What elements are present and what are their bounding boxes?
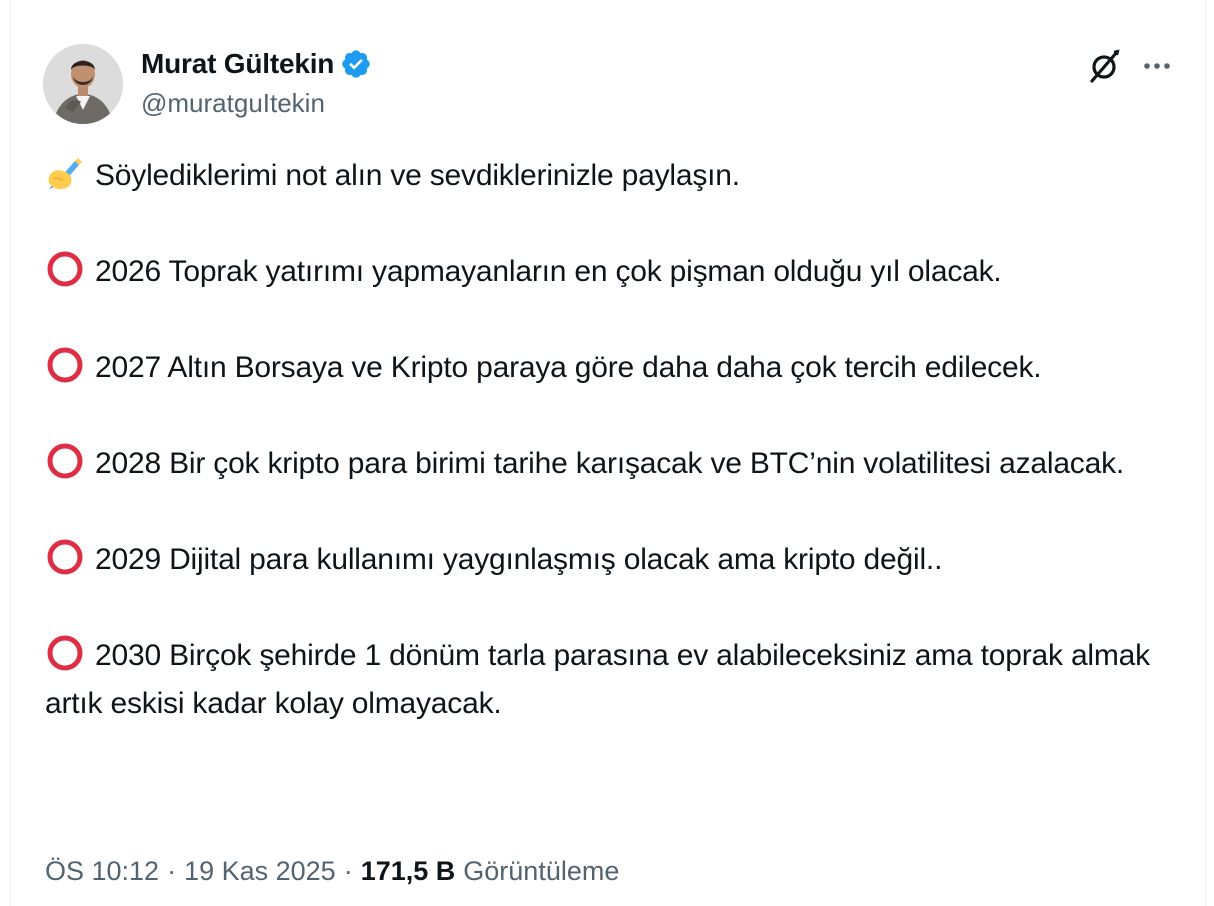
avatar-image bbox=[43, 44, 123, 124]
tweet-meta: ÖS 10:12 · 19 Kas 2025 · 171,5 B Görüntülem… bbox=[45, 856, 619, 887]
tweet-item-2030: 2030 Birçok şehirde 1 dönüm tarla parası… bbox=[45, 632, 1185, 728]
hollow-red-circle-icon bbox=[47, 635, 83, 671]
tweet-item-2028: 2028 Bir çok kripto para birimi tarihe k… bbox=[45, 440, 1185, 488]
avatar[interactable] bbox=[43, 44, 123, 124]
views-link[interactable]: 171,5 B Görüntüleme bbox=[361, 856, 620, 887]
tweet-text: Söylediklerimi not alın ve sevdikleriniz… bbox=[45, 152, 1185, 728]
views-label: Görüntüleme bbox=[463, 856, 620, 886]
tweet-item-text: 2029 Dijital para kullanımı yaygınlaşmış… bbox=[95, 543, 943, 576]
more-options-button[interactable] bbox=[1137, 46, 1177, 86]
tweet-card: Murat Gültekin @muratguItekin Söyledikle… bbox=[10, 0, 1206, 906]
tweet-item-text: 2027 Altın Borsaya ve Kripto paraya göre… bbox=[95, 351, 1042, 384]
tweet-item-2026: 2026 Toprak yatırımı yapmayanların en ço… bbox=[45, 248, 1185, 296]
tweet-intro: Söylediklerimi not alın ve sevdikleriniz… bbox=[45, 152, 1185, 200]
writing-hand-emoji-icon bbox=[48, 158, 82, 190]
tweet-time: ÖS 10:12 bbox=[45, 856, 160, 886]
hollow-red-circle-icon bbox=[47, 539, 83, 575]
verified-badge-icon bbox=[342, 50, 370, 78]
author-name-row[interactable]: Murat Gültekin bbox=[141, 46, 372, 82]
tweet-item-text: 2028 Bir çok kripto para birimi tarihe k… bbox=[95, 447, 1125, 480]
hollow-red-circle-icon bbox=[47, 443, 83, 479]
views-count: 171,5 B bbox=[360, 856, 456, 886]
hollow-red-circle-icon bbox=[47, 347, 83, 383]
tweet-item-2029: 2029 Dijital para kullanımı yaygınlaşmış… bbox=[45, 536, 1185, 584]
tweet-item-2027: 2027 Altın Borsaya ve Kripto paraya göre… bbox=[45, 344, 1185, 392]
tweet-item-text: 2030 Birçok şehirde 1 dönüm tarla parası… bbox=[45, 639, 1150, 720]
tweet-date: 19 Kas 2025 bbox=[184, 856, 336, 886]
grok-icon bbox=[1090, 49, 1120, 83]
author-handle[interactable]: @muratguItekin bbox=[141, 88, 325, 119]
meta-separator: · bbox=[343, 856, 353, 886]
hollow-red-circle-icon bbox=[47, 251, 83, 287]
author-display-name[interactable]: Murat Gültekin bbox=[141, 48, 334, 80]
grok-button[interactable] bbox=[1085, 46, 1125, 86]
tweet-time-link[interactable]: ÖS 10:12 · 19 Kas 2025 bbox=[45, 856, 336, 887]
tweet-intro-text: Söylediklerimi not alın ve sevdikleriniz… bbox=[95, 159, 740, 192]
more-options-icon bbox=[1144, 63, 1170, 69]
tweet-item-text: 2026 Toprak yatırımı yapmayanların en ço… bbox=[95, 255, 1002, 288]
meta-separator: · bbox=[167, 856, 177, 886]
